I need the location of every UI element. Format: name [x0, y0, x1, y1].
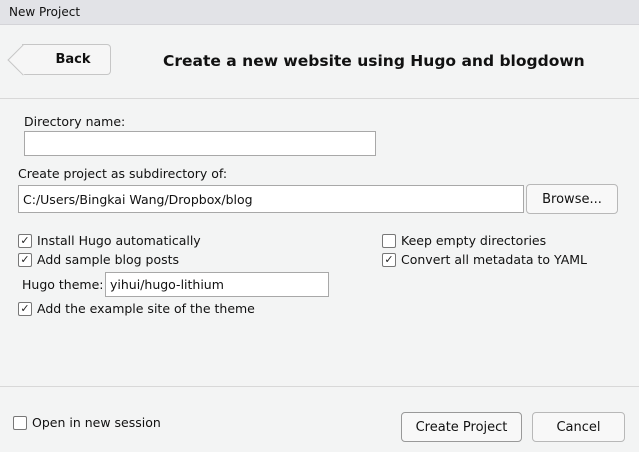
- keep-empty-checkbox[interactable]: Keep empty directories: [382, 233, 546, 248]
- header-divider: [0, 98, 639, 99]
- back-label: Back: [55, 52, 91, 67]
- hugo-theme-input[interactable]: [105, 272, 329, 297]
- browse-button[interactable]: Browse...: [526, 184, 618, 214]
- checkbox-icon: ✓: [382, 252, 396, 267]
- checkbox-icon: ✓: [18, 252, 32, 267]
- checkbox-icon: [13, 415, 27, 430]
- cancel-button[interactable]: Cancel: [532, 412, 625, 442]
- example-site-label: Add the example site of the theme: [37, 301, 255, 316]
- checkbox-icon: [382, 233, 396, 248]
- directory-name-input[interactable]: [24, 131, 376, 156]
- sample-posts-checkbox[interactable]: ✓ Add sample blog posts: [18, 252, 179, 267]
- directory-name-label: Directory name:: [24, 114, 126, 129]
- install-hugo-checkbox[interactable]: ✓ Install Hugo automatically: [18, 233, 201, 248]
- page-title: Create a new website using Hugo and blog…: [163, 52, 585, 70]
- sample-posts-label: Add sample blog posts: [37, 252, 180, 267]
- new-session-checkbox[interactable]: Open in new session: [13, 415, 161, 430]
- parent-dir-label: Create project as subdirectory of:: [18, 166, 228, 181]
- install-hugo-label: Install Hugo automatically: [37, 233, 201, 248]
- parent-dir-input[interactable]: [18, 185, 524, 213]
- keep-empty-label: Keep empty directories: [401, 233, 547, 248]
- footer-divider: [0, 386, 639, 387]
- example-site-checkbox[interactable]: ✓ Add the example site of the theme: [18, 301, 255, 316]
- hugo-theme-label: Hugo theme:: [22, 277, 104, 292]
- convert-yaml-label: Convert all metadata to YAML: [401, 252, 588, 267]
- checkbox-icon: ✓: [18, 301, 32, 316]
- convert-yaml-checkbox[interactable]: ✓ Convert all metadata to YAML: [382, 252, 587, 267]
- checkbox-icon: ✓: [18, 233, 32, 248]
- create-project-button[interactable]: Create Project: [401, 412, 522, 442]
- back-button[interactable]: Back: [22, 44, 111, 75]
- window-title: New Project: [0, 0, 639, 25]
- new-session-label: Open in new session: [32, 415, 161, 430]
